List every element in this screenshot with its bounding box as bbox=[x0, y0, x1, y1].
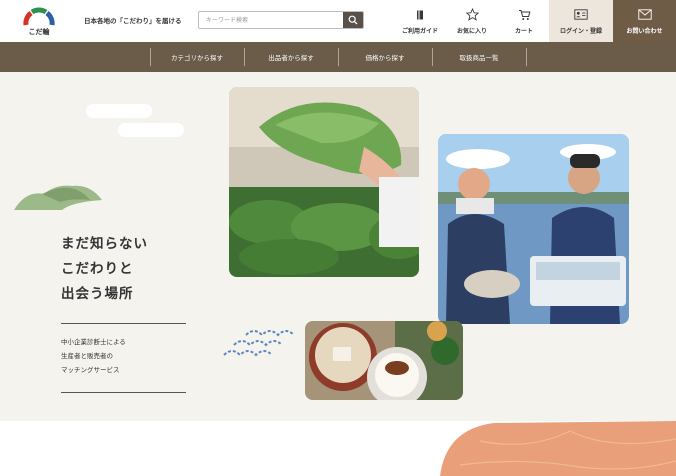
search-input[interactable] bbox=[199, 12, 344, 28]
hero-section: まだ知らない こだわりと 出会う場所 中小企業診断士による 生産者と販売者の マ… bbox=[0, 72, 676, 421]
site-tagline: 日本各地の「こだわり」を届ける bbox=[84, 17, 182, 25]
login-label: ログイン・登録 bbox=[559, 27, 602, 35]
contact-label: お問い合わせ bbox=[626, 27, 663, 35]
nav-price[interactable]: 価格から探す bbox=[338, 48, 432, 66]
search-icon bbox=[348, 15, 358, 25]
subtext-line: 中小企業診断士による bbox=[61, 338, 126, 346]
search-box bbox=[198, 11, 364, 29]
fishermen-photo bbox=[438, 134, 629, 324]
guide-label: ご利用ガイド bbox=[401, 27, 438, 35]
favorites-label: お気に入り bbox=[456, 27, 487, 35]
nav-seller[interactable]: 出品者から探す bbox=[244, 48, 338, 66]
contact-link[interactable]: お問い合わせ bbox=[613, 0, 676, 42]
subtext-line: マッチングサービス bbox=[61, 366, 120, 374]
hero-subtext: 中小企業診断士による 生産者と販売者の マッチングサービス bbox=[61, 335, 126, 377]
divider-line bbox=[61, 392, 186, 393]
search-button[interactable] bbox=[343, 12, 363, 28]
guide-link[interactable]: ご利用ガイド bbox=[398, 0, 442, 42]
login-link[interactable]: ログイン・登録 bbox=[549, 0, 613, 42]
headline-line: まだ知らない bbox=[61, 236, 148, 252]
cart-icon bbox=[518, 9, 530, 20]
divider-line bbox=[61, 323, 186, 324]
nav-all-products[interactable]: 取扱商品一覧 bbox=[432, 48, 526, 66]
headline-line: こだわりと bbox=[61, 261, 134, 277]
subtext-line: 生産者と販売者の bbox=[61, 352, 113, 360]
cart-link[interactable]: カート bbox=[504, 0, 544, 42]
orange-paper-decoration bbox=[440, 421, 676, 476]
book-icon bbox=[417, 10, 423, 19]
logo-text: こだ輪 bbox=[28, 28, 50, 36]
favorites-link[interactable]: お気に入り bbox=[450, 0, 494, 42]
food-photo bbox=[305, 321, 463, 400]
content-section bbox=[0, 421, 676, 476]
cloud-decoration bbox=[118, 123, 184, 137]
cart-label: カート bbox=[514, 27, 533, 35]
hero-headline: まだ知らない こだわりと 出会う場所 bbox=[61, 232, 148, 307]
mail-icon bbox=[637, 9, 652, 20]
vegetables-photo bbox=[229, 87, 419, 277]
nav-category[interactable]: カテゴリから探す bbox=[150, 48, 244, 66]
cloud-decoration bbox=[86, 104, 152, 118]
hills-decoration bbox=[14, 185, 102, 210]
star-icon bbox=[465, 8, 479, 21]
category-nav: カテゴリから探す 出品者から探す 価格から探す 取扱商品一覧 bbox=[0, 42, 676, 72]
waves-decoration bbox=[223, 330, 295, 357]
id-card-icon bbox=[574, 9, 588, 20]
nav-divider bbox=[526, 48, 527, 66]
site-header: こだ輪 日本各地の「こだわり」を届ける ご利用ガイド お気に入り bbox=[0, 0, 676, 42]
headline-line: 出会う場所 bbox=[61, 286, 134, 302]
